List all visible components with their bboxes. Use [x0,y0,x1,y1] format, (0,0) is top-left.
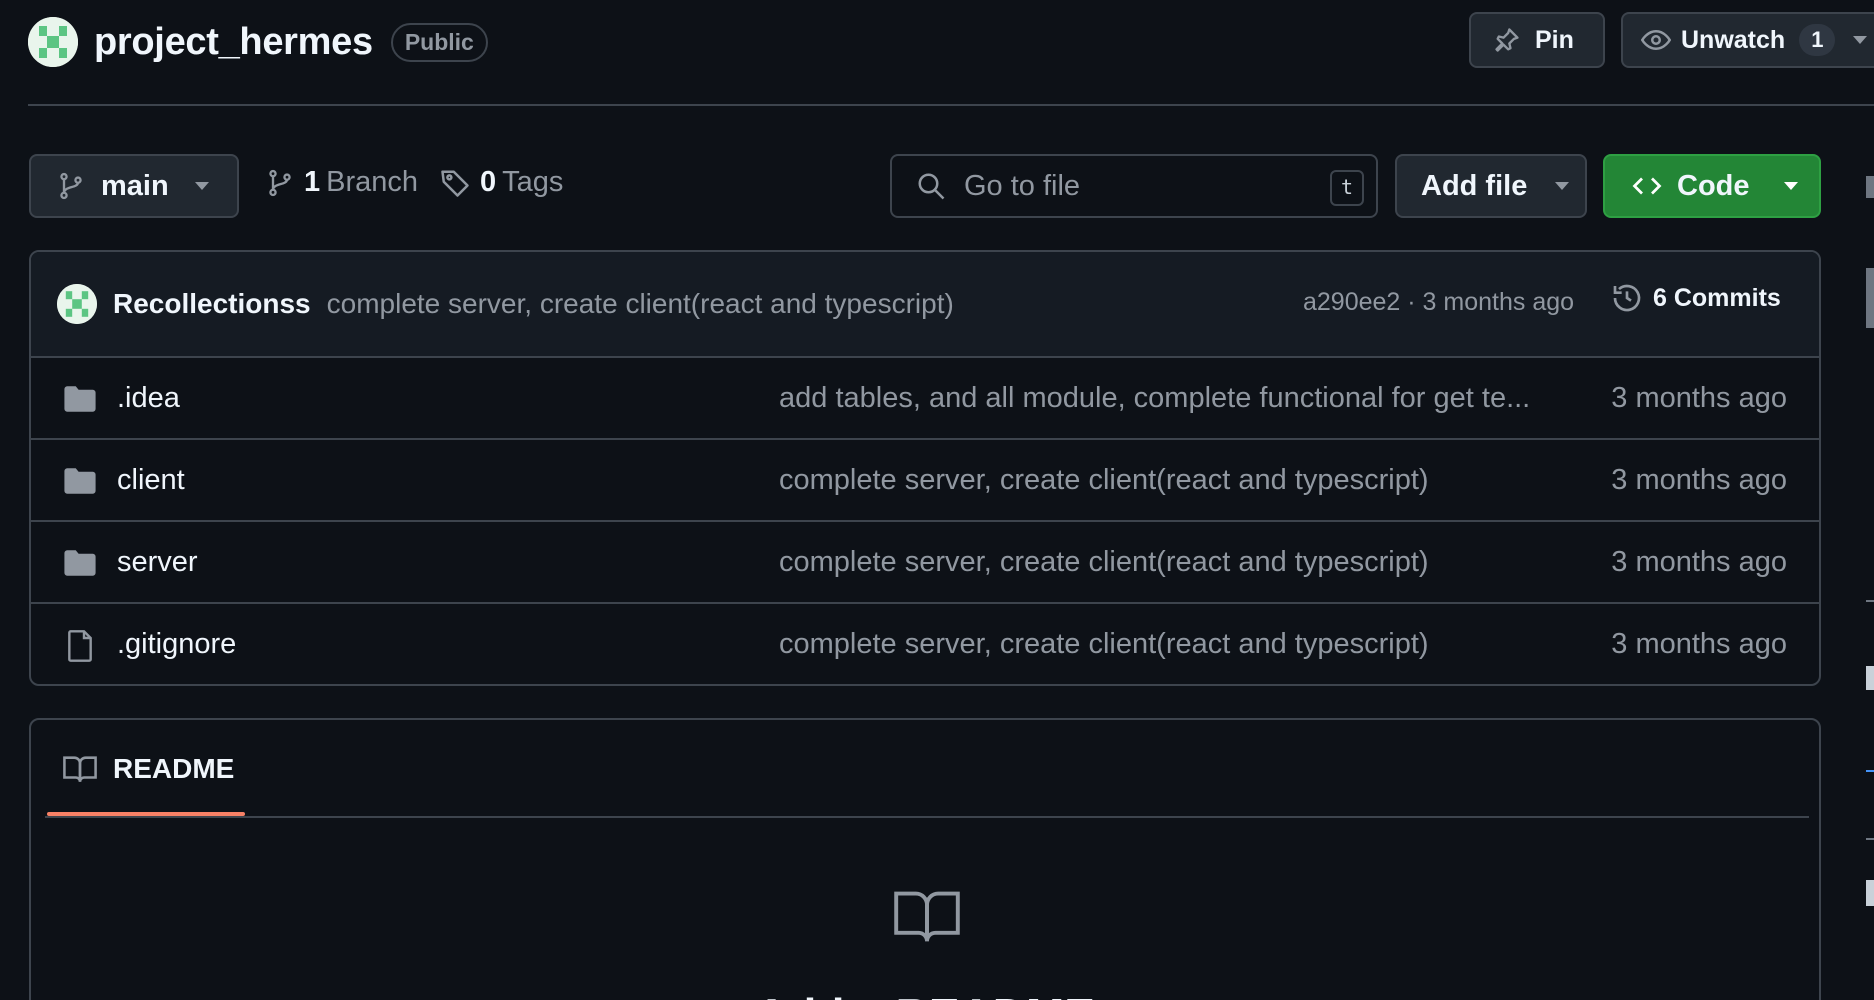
readme-tab[interactable]: README [49,720,250,818]
pin-icon [1495,28,1519,52]
branch-count: 1 [304,166,321,198]
book-icon [63,756,97,782]
readme-divider [45,816,1809,818]
file-row[interactable]: .idea add tables, and all module, comple… [31,358,1819,440]
current-branch: main [101,169,169,202]
pin-button[interactable]: Pin [1469,12,1605,68]
file-date: 3 months ago [1611,546,1787,578]
unwatch-label: Unwatch [1681,25,1786,54]
add-file-label: Add file [1421,169,1528,202]
tag-count: 0 [480,166,497,198]
folder-icon [64,468,96,494]
watch-count: 1 [1799,24,1836,56]
sidebar-divider [1866,838,1874,840]
file-name[interactable]: .idea [117,382,180,415]
repo-name[interactable]: project_hermes [94,21,373,64]
latest-commit-bar: Recollectionss complete server, create c… [31,252,1819,358]
file-date: 3 months ago [1611,628,1787,660]
sidebar-divider [1866,600,1874,602]
repo-page: project_hermes Public Pin Unwatch 1 main… [0,0,1874,1000]
owner-avatar[interactable] [28,17,78,67]
chevron-down-icon [1783,182,1798,190]
file-icon [68,630,92,662]
file-name[interactable]: .gitignore [117,628,236,661]
search-icon [918,173,945,200]
branch-label: Branch [326,166,419,198]
sidebar-fragment [1866,666,1874,690]
visibility-badge: Public [390,22,488,62]
go-to-file-search[interactable]: t [890,154,1378,218]
book-icon [894,891,960,942]
code-icon [1632,177,1662,195]
file-date: 3 months ago [1611,382,1787,414]
sidebar-fragment [1866,880,1874,906]
chevron-down-icon [194,182,209,190]
branch-select-button[interactable]: main [29,154,239,218]
sidebar-fragment [1866,268,1874,328]
commit-author[interactable]: Recollectionss [113,288,311,320]
file-name[interactable]: server [117,546,198,579]
file-commit-message[interactable]: complete server, create client(react and… [779,464,1569,497]
file-date: 3 months ago [1611,464,1787,496]
commit-hash-time[interactable]: a290ee2 · 3 months ago [1303,288,1574,317]
tags-link[interactable]: 0 Tags [440,166,563,199]
branch-icon [269,169,291,196]
add-file-button[interactable]: Add file [1395,154,1587,218]
file-listing: Recollectionss complete server, create c… [29,250,1821,686]
chevron-down-icon [1555,182,1570,190]
author-avatar[interactable] [57,284,97,324]
code-label: Code [1677,169,1750,202]
folder-icon [64,386,96,412]
file-row[interactable]: client complete server, create client(re… [31,440,1819,522]
sidebar-fragment [1866,176,1874,198]
file-row[interactable]: server complete server, create client(re… [31,522,1819,604]
sidebar-link[interactable] [1866,770,1874,772]
branch-icon [60,172,82,200]
folder-icon [64,550,96,576]
branches-link[interactable]: 1 Branch [266,166,418,199]
file-name[interactable]: client [117,464,185,497]
tag-icon [441,170,469,197]
chevron-down-icon [1853,36,1868,44]
search-shortcut-key: t [1330,170,1364,206]
code-button[interactable]: Code [1603,154,1821,218]
pin-label: Pin [1535,25,1574,54]
add-readme-heading: Add a README [31,988,1819,1000]
readme-panel: README Add a README [29,718,1821,1000]
commits-history-link[interactable]: 6 Commits [1611,282,1781,314]
commits-count-label: 6 Commits [1653,283,1781,312]
history-icon [1613,284,1641,312]
readme-tab-label: README [113,753,235,784]
eye-icon [1641,29,1671,51]
file-commit-message[interactable]: add tables, and all module, complete fun… [779,382,1569,415]
tag-label: Tags [502,166,564,198]
file-row[interactable]: .gitignore complete server, create clien… [31,604,1819,684]
repo-header: project_hermes Public [28,16,488,68]
go-to-file-input[interactable] [962,168,1322,204]
header-divider [28,104,1874,106]
commit-message[interactable]: complete server, create client(react and… [327,288,954,320]
file-commit-message[interactable]: complete server, create client(react and… [779,546,1569,579]
unwatch-button[interactable]: Unwatch 1 [1621,12,1874,68]
file-commit-message[interactable]: complete server, create client(react and… [779,628,1569,661]
